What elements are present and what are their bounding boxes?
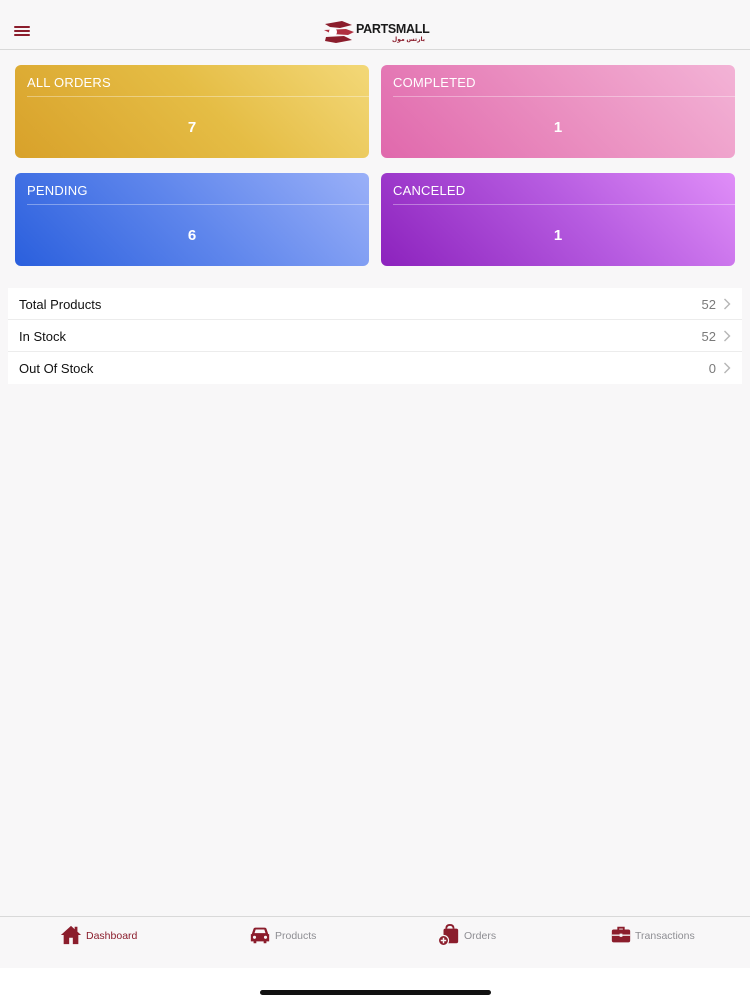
card-count: 1 bbox=[553, 227, 563, 244]
top-bar: PARTSMALL بارتس مول bbox=[0, 0, 750, 50]
list-item-total-products[interactable]: Total Products 52 bbox=[8, 288, 742, 320]
card-label: ALL ORDERS bbox=[27, 75, 111, 90]
pending-orders-card[interactable]: PENDING 6 bbox=[15, 173, 369, 266]
card-count: 7 bbox=[187, 119, 197, 136]
card-count: 6 bbox=[187, 227, 197, 244]
list-item-value: 52 bbox=[701, 297, 716, 312]
chevron-right-icon bbox=[724, 330, 731, 342]
hamburger-menu-icon[interactable] bbox=[14, 26, 30, 38]
tab-bar: Dashboard Products Orders Transactions bbox=[0, 916, 750, 968]
logo-text: PARTSMALL bbox=[356, 22, 430, 36]
canceled-orders-card[interactable]: CANCELED 1 bbox=[381, 173, 735, 266]
briefcase-icon bbox=[611, 926, 631, 943]
chevron-right-icon bbox=[724, 362, 731, 374]
tab-transactions[interactable]: Transactions bbox=[610, 917, 740, 969]
home-indicator bbox=[260, 990, 491, 995]
card-count: 1 bbox=[553, 119, 563, 136]
shopping-bag-plus-icon bbox=[438, 924, 459, 946]
list-item-in-stock[interactable]: In Stock 52 bbox=[8, 320, 742, 352]
tab-products[interactable]: Products bbox=[249, 917, 369, 969]
partsmall-logo: PARTSMALL بارتس مول bbox=[322, 18, 430, 46]
card-divider bbox=[393, 96, 735, 97]
list-item-value: 52 bbox=[701, 329, 716, 344]
tab-label: Dashboard bbox=[86, 930, 138, 942]
home-indicator-area bbox=[0, 968, 750, 1000]
tab-orders[interactable]: Orders bbox=[438, 917, 558, 969]
card-label: PENDING bbox=[27, 183, 88, 198]
list-item-label: Out Of Stock bbox=[19, 361, 94, 376]
logo-subtext: بارتس مول bbox=[392, 37, 426, 43]
tab-label: Transactions bbox=[635, 930, 695, 942]
card-divider bbox=[393, 204, 735, 205]
home-icon bbox=[60, 925, 82, 945]
list-item-label: Total Products bbox=[19, 297, 102, 312]
list-item-value: 0 bbox=[708, 361, 716, 376]
card-label: CANCELED bbox=[393, 183, 466, 198]
tab-dashboard[interactable]: Dashboard bbox=[60, 917, 180, 969]
list-item-label: In Stock bbox=[19, 329, 66, 344]
tab-label: Products bbox=[275, 930, 317, 942]
card-divider bbox=[27, 204, 369, 205]
card-divider bbox=[27, 96, 369, 97]
card-label: COMPLETED bbox=[393, 75, 476, 90]
car-icon bbox=[250, 927, 270, 944]
product-stock-list: Total Products 52 In Stock 52 Out Of Sto… bbox=[8, 288, 742, 384]
completed-orders-card[interactable]: COMPLETED 1 bbox=[381, 65, 735, 158]
all-orders-card[interactable]: ALL ORDERS 7 bbox=[15, 65, 369, 158]
tab-label: Orders bbox=[464, 930, 497, 942]
list-item-out-of-stock[interactable]: Out Of Stock 0 bbox=[8, 352, 742, 384]
chevron-right-icon bbox=[724, 298, 731, 310]
